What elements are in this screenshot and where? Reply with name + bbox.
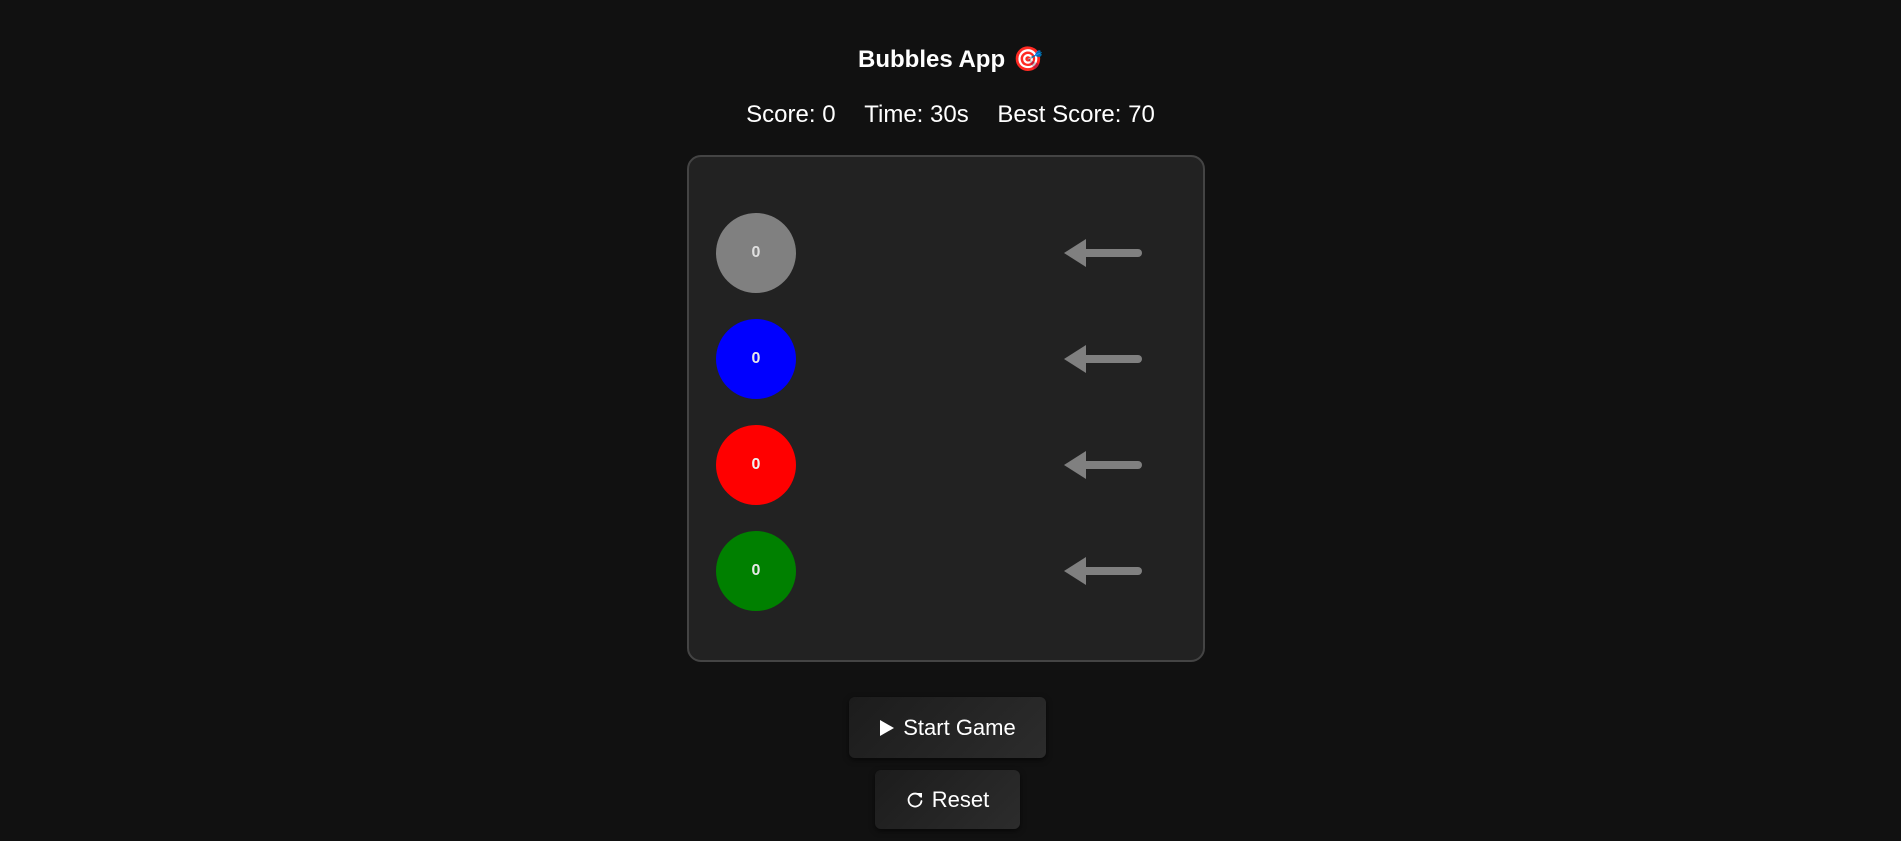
bubble-count: 0 (751, 350, 761, 367)
bubble-row: 0 (689, 213, 1203, 293)
reset-label: Reset (931, 786, 990, 812)
app-title: Bubbles App 🎯 (0, 44, 1901, 76)
bubble-count: 0 (751, 562, 761, 579)
arrow-left-icon (1064, 239, 1142, 267)
time-display: Time: 30s (864, 101, 969, 128)
bubble-blue[interactable]: 0 (716, 319, 796, 399)
arrow-left-icon (1064, 451, 1142, 479)
title-text: Bubbles App (858, 46, 1006, 73)
bubble-count: 0 (751, 244, 761, 261)
start-game-label: Start Game (903, 714, 1016, 740)
start-game-button[interactable]: Start Game (849, 697, 1046, 758)
bubble-row: 0 (689, 531, 1203, 611)
target-icon: 🎯 (1013, 46, 1043, 73)
play-icon (879, 719, 895, 737)
stats-bar: Score: 0 Time: 30s Best Score: 70 (0, 100, 1901, 130)
reset-button[interactable]: Reset (875, 770, 1020, 829)
bubble-red[interactable]: 0 (716, 425, 796, 505)
app: Bubbles App 🎯 Score: 0 Time: 30s Best Sco… (0, 0, 1901, 841)
bubble-green[interactable]: 0 (716, 531, 796, 611)
game-board: 0 0 0 0 (687, 155, 1205, 662)
arrow-left-icon (1064, 557, 1142, 585)
score-display: Score: 0 (746, 101, 836, 128)
bubble-row: 0 (689, 425, 1203, 505)
arrow-left-icon (1064, 345, 1142, 373)
bubble-row: 0 (689, 319, 1203, 399)
bubble-count: 0 (751, 456, 761, 473)
reset-icon (906, 791, 924, 809)
best-score-display: Best Score: 70 (997, 101, 1155, 128)
bubble-gray[interactable]: 0 (716, 213, 796, 293)
